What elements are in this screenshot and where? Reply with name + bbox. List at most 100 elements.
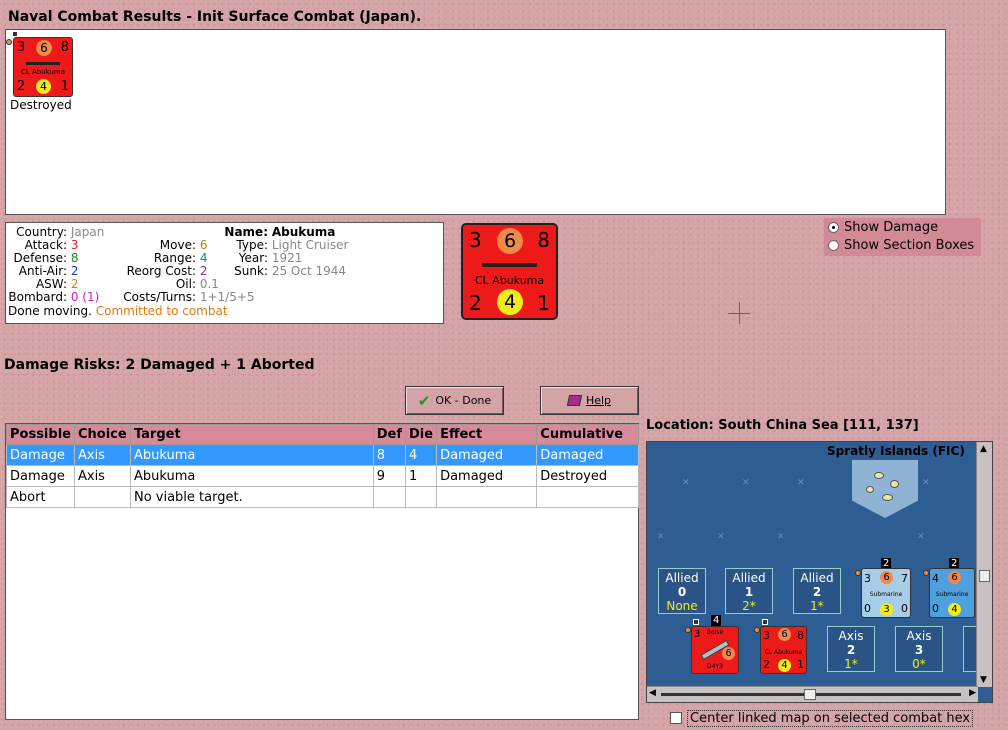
island-icon — [890, 480, 899, 488]
cursor-crosshair — [739, 302, 740, 324]
selected-marker-icon — [693, 619, 699, 625]
scroll-down-icon[interactable]: ▼ — [980, 675, 987, 685]
selected-marker-icon — [762, 619, 768, 625]
ok-done-button[interactable]: ✔ OK - Done — [405, 386, 504, 415]
cl-defense: 8 — [797, 629, 804, 642]
air-name-bottom: D4Y3 — [707, 663, 723, 670]
reorg-value: 2 — [199, 264, 208, 278]
wave-icon: ✕ — [917, 532, 925, 542]
show-damage-label[interactable]: Show Damage — [844, 220, 938, 235]
scroll-thumb[interactable] — [979, 570, 990, 582]
big-counter-name: CL Abukuma — [474, 274, 545, 287]
sub-move: 6 — [948, 571, 961, 584]
map-vertical-scrollbar[interactable]: ▲ ▼ — [976, 442, 992, 687]
committed-text: Committed to combat — [95, 304, 228, 318]
col-cumulative[interactable]: Cumulative — [536, 424, 639, 445]
cell-possible: Damage — [6, 444, 75, 466]
cl-move: 6 — [778, 628, 791, 641]
map-horizontal-scrollbar[interactable]: ◀ ▶ — [647, 686, 978, 702]
center-linked-checkbox[interactable] — [670, 712, 682, 724]
damage-risks-value: 2 Damaged + 1 Aborted — [125, 357, 315, 373]
sub-name: Submarine — [935, 591, 969, 598]
wave-icon: ✕ — [797, 478, 805, 488]
table-row[interactable]: Damage Axis Abukuma 9 1 Damaged Destroye… — [6, 465, 639, 487]
damage-risks: Damage Risks: 2 Damaged + 1 Aborted — [4, 357, 314, 373]
allied-box-2[interactable]: Allied 2 1* — [793, 568, 841, 614]
cl-aa: 2 — [763, 658, 770, 671]
move-label: Move: — [159, 238, 196, 252]
col-def[interactable]: Def — [372, 424, 406, 445]
attack-value: 3 — [70, 238, 79, 252]
asw-value: 2 — [70, 277, 79, 291]
checkmark-icon: ✔ — [417, 391, 431, 410]
cell-choice — [73, 486, 131, 508]
result-counter[interactable]: 3 6 8 CL Abukuma 2 4 1 — [13, 37, 73, 97]
col-die[interactable]: Die — [404, 424, 438, 445]
submarine-counter[interactable]: 4 6 Submarine 0 4 — [929, 568, 975, 618]
big-counter-move: 6 — [497, 228, 523, 254]
type-label: Type: — [236, 238, 268, 252]
scroll-thumb[interactable] — [804, 689, 816, 700]
col-possible[interactable]: Possible — [6, 424, 75, 445]
axis-box-3[interactable]: Axis 3 0* — [895, 626, 943, 672]
show-damage-radio[interactable] — [828, 222, 839, 233]
wave-icon: ✕ — [742, 478, 750, 488]
view-options-panel: Show Damage Show Section Boxes — [824, 218, 981, 256]
col-target[interactable]: Target — [129, 424, 374, 445]
sub-attack: 3 — [864, 572, 871, 585]
big-counter-defense: 8 — [537, 228, 550, 252]
type-value: Light Cruiser — [271, 238, 349, 252]
table-row[interactable]: Damage Axis Abukuma 8 4 Damaged Damaged — [6, 444, 639, 466]
allied-box-sub: 2* — [742, 599, 756, 613]
help-button[interactable]: Help — [540, 386, 639, 415]
axis-box-label: Axis — [838, 629, 864, 643]
cell-cumulative: Damaged — [536, 444, 639, 466]
allied-box-label: Allied — [732, 571, 766, 585]
table-row[interactable]: Abort No viable target. — [6, 486, 639, 508]
cell-choice: Axis — [73, 465, 131, 487]
sub-aa: 0 — [864, 602, 871, 615]
counter-move: 6 — [36, 40, 52, 56]
wave-icon: ✕ — [922, 478, 930, 488]
allied-box-label: Allied — [665, 571, 699, 585]
cl-asw: 1 — [797, 658, 804, 671]
show-section-boxes-label[interactable]: Show Section Boxes — [844, 238, 974, 253]
cell-die: 1 — [404, 465, 438, 487]
oil-value: 0.1 — [199, 277, 219, 291]
location-label: Location: — [646, 418, 714, 433]
wave-icon: ✕ — [717, 532, 725, 542]
axis-box-2[interactable]: Axis 2 1* — [827, 626, 875, 672]
cell-possible: Abort — [6, 486, 75, 508]
show-section-boxes-radio[interactable] — [828, 240, 839, 251]
air-unit-counter[interactable]: 3 Boise 6 D4Y3 — [691, 626, 739, 674]
air-range: 6 — [722, 647, 735, 660]
island-hex[interactable] — [852, 460, 918, 518]
submarine-counter[interactable]: 3 6 7 Submarine 0 3 0 — [861, 568, 911, 618]
allied-box-num: 1 — [744, 585, 754, 599]
name-label: Name: — [224, 225, 268, 239]
sub-attack: 4 — [932, 572, 939, 585]
cell-die — [404, 486, 438, 508]
antiair-value: 2 — [70, 264, 79, 278]
big-counter-range: 4 — [497, 289, 523, 315]
range-value: 4 — [199, 251, 208, 265]
country-label: Country: — [16, 225, 67, 239]
col-choice[interactable]: Choice — [73, 424, 131, 445]
wave-icon: ✕ — [657, 532, 665, 542]
oil-label: Oil: — [175, 277, 196, 291]
cell-target: Abukuma — [129, 465, 374, 487]
scroll-right-icon[interactable]: ▶ — [969, 688, 976, 698]
cell-effect — [436, 486, 538, 508]
col-effect[interactable]: Effect — [436, 424, 538, 445]
allied-box-1[interactable]: Allied 1 2* — [725, 568, 773, 614]
scroll-up-icon[interactable]: ▲ — [980, 444, 987, 454]
allied-box-label: Allied — [800, 571, 834, 585]
sub-range: 4 — [948, 603, 961, 616]
center-linked-label[interactable]: Center linked map on selected combat hex — [687, 710, 974, 727]
cl-abukuma-counter[interactable]: 3 6 8 CL Abukuma 2 4 1 — [760, 626, 807, 674]
move-value: 6 — [199, 238, 208, 252]
linked-map[interactable]: ✕ ✕ ✕ ✕ ✕ ✕ ✕ ✕ ✕ ✕ ✕ Spratly Islands (F… — [646, 441, 993, 703]
cell-choice: Axis — [73, 444, 131, 466]
scroll-left-icon[interactable]: ◀ — [649, 688, 656, 698]
allied-box-0[interactable]: Allied 0 None — [658, 568, 706, 614]
